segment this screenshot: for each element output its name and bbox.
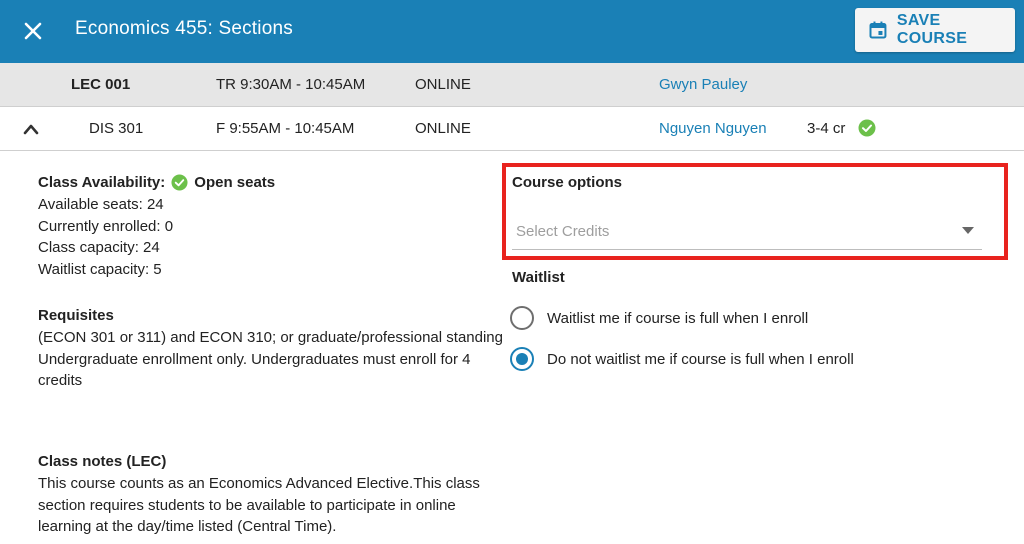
section-row-lecture[interactable]: LEC 001 TR 9:30AM - 10:45AM ONLINE Gwyn … bbox=[0, 63, 1024, 107]
class-notes-text: This course counts as an Economics Advan… bbox=[38, 474, 480, 536]
availability-heading: Class Availability: Open seats bbox=[38, 172, 508, 194]
check-circle-icon bbox=[858, 119, 876, 137]
radio-label: Do not waitlist me if course is full whe… bbox=[547, 350, 854, 368]
course-options-label: Course options bbox=[512, 174, 623, 191]
credits-select[interactable]: Select Credits bbox=[512, 214, 982, 250]
waitlist-capacity: Waitlist capacity: 5 bbox=[38, 261, 162, 279]
save-course-button[interactable]: SAVE COURSE bbox=[855, 8, 1015, 52]
save-course-label: SAVE COURSE bbox=[896, 12, 968, 47]
available-seats: Available seats: 24 bbox=[38, 195, 164, 213]
requisites-section: Requisites (ECON 301 or 311) and ECON 31… bbox=[38, 305, 508, 392]
waitlist-option-no[interactable]: Do not waitlist me if course is full whe… bbox=[510, 345, 990, 373]
radio-label: Waitlist me if course is full when I enr… bbox=[547, 309, 809, 327]
class-notes-section: Class notes (LEC) This course counts as … bbox=[38, 451, 508, 538]
waitlist-option-yes[interactable]: Waitlist me if course is full when I enr… bbox=[510, 304, 990, 332]
class-notes-heading: Class notes (LEC) bbox=[38, 453, 167, 470]
credits-label: 3-4 cr bbox=[807, 120, 846, 137]
currently-enrolled: Currently enrolled: 0 bbox=[38, 217, 174, 235]
availability-status: Open seats bbox=[194, 174, 276, 191]
calendar-icon bbox=[869, 21, 887, 39]
section-details: Class Availability: Open seats Available… bbox=[38, 172, 508, 535]
instructor-link[interactable]: Nguyen Nguyen bbox=[659, 120, 767, 137]
section-location: ONLINE bbox=[415, 120, 471, 137]
section-name: DIS 301 bbox=[89, 120, 144, 137]
class-capacity: Class capacity: 24 bbox=[38, 239, 160, 257]
section-name: LEC 001 bbox=[71, 76, 131, 93]
requisites-text: (ECON 301 or 311) and ECON 310; or gradu… bbox=[38, 328, 503, 346]
caret-down-icon bbox=[962, 227, 974, 234]
radio-button[interactable] bbox=[510, 306, 534, 330]
section-row-discussion[interactable]: DIS 301 F 9:55AM - 10:45AM ONLINE Nguyen… bbox=[0, 107, 1024, 151]
radio-button-selected[interactable] bbox=[510, 347, 534, 371]
requisites-heading: Requisites bbox=[38, 307, 114, 324]
top-app-bar: Economics 455: Sections SAVE COURSE bbox=[0, 0, 1024, 63]
section-time: TR 9:30AM - 10:45AM bbox=[216, 76, 366, 93]
close-icon bbox=[24, 22, 42, 40]
instructor-link[interactable]: Gwyn Pauley bbox=[659, 76, 747, 93]
availability-label: Class Availability: bbox=[38, 174, 166, 191]
requisites-text: Undergraduate enrollment only. Undergrad… bbox=[38, 350, 471, 390]
close-button[interactable] bbox=[18, 16, 48, 46]
check-circle-icon bbox=[171, 174, 188, 191]
page-title: Economics 455: Sections bbox=[75, 18, 293, 39]
section-location: ONLINE bbox=[415, 76, 471, 93]
waitlist-label: Waitlist bbox=[512, 269, 565, 286]
chevron-up-icon[interactable] bbox=[22, 121, 40, 137]
credits-placeholder: Select Credits bbox=[516, 223, 610, 240]
section-time: F 9:55AM - 10:45AM bbox=[216, 120, 355, 137]
